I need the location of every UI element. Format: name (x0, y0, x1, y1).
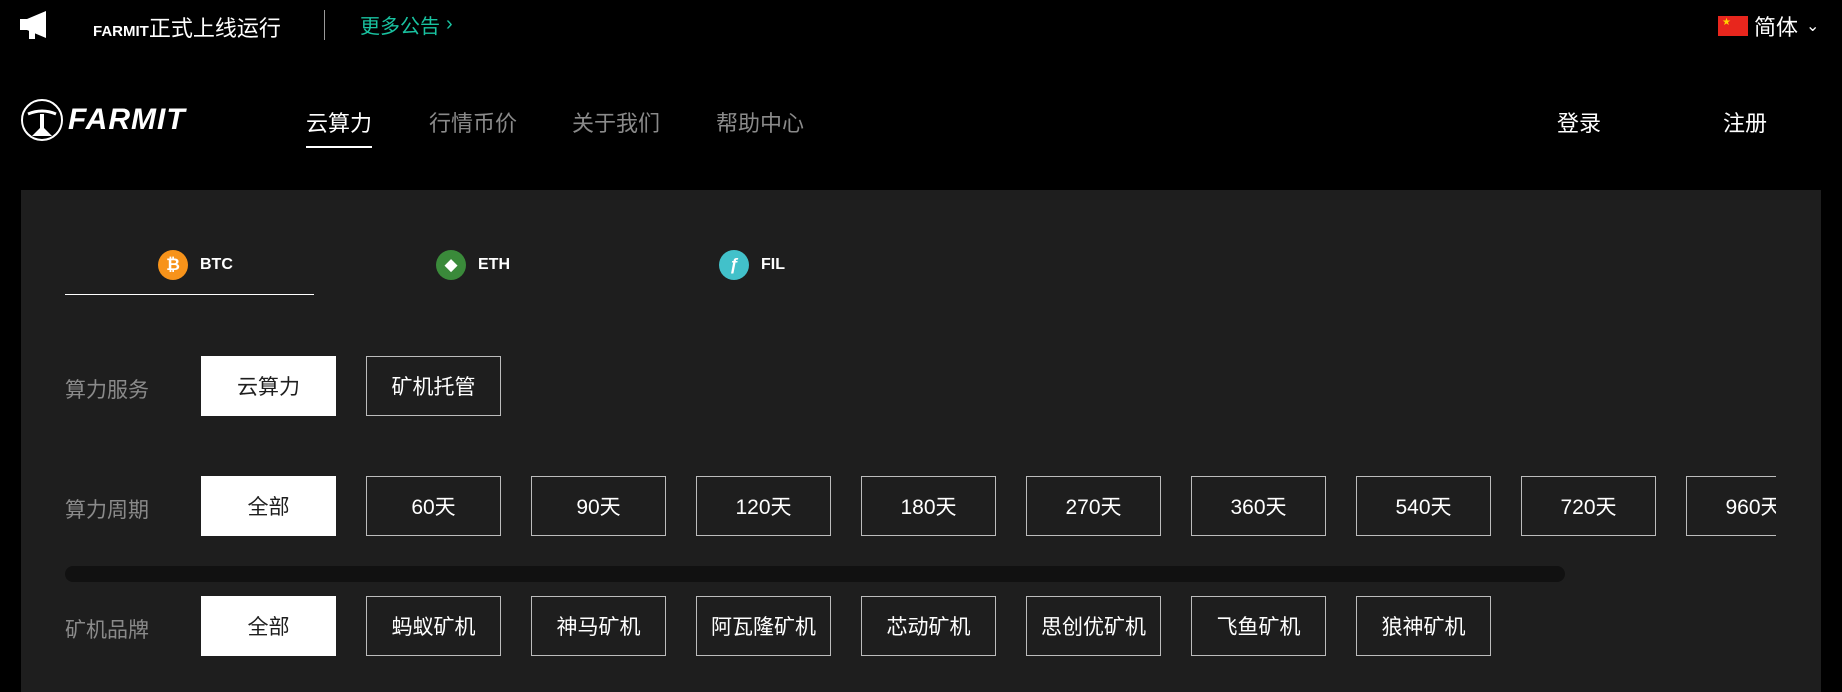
period-option-all[interactable]: 全部 (201, 476, 336, 536)
chevron-right-icon: › (446, 13, 453, 35)
period-option-360[interactable]: 360天 (1191, 476, 1326, 536)
period-option-90[interactable]: 90天 (531, 476, 666, 536)
logo-text: FARMIT (68, 103, 186, 136)
nav-item-about-us[interactable]: 关于我们 (572, 106, 660, 138)
period-option-120[interactable]: 120天 (696, 476, 831, 536)
more-announcements-link[interactable]: 更多公告 › (360, 10, 453, 39)
brand-option-langshen[interactable]: 狼神矿机 (1356, 596, 1491, 656)
period-option-60[interactable]: 60天 (366, 476, 501, 536)
cn-flag-icon: ★ (1718, 16, 1748, 36)
brand-option-whatsminer[interactable]: 神马矿机 (531, 596, 666, 656)
brand-option-feiyu[interactable]: 飞鱼矿机 (1191, 596, 1326, 656)
filter-panel: ₿ BTC ◆ ETH ƒ FIL 算力服务 云算力 矿机托管 算力周期 全部 … (21, 190, 1821, 692)
chevron-down-icon: ⌄ (1806, 18, 1820, 35)
register-button[interactable]: 注册 (1723, 106, 1767, 138)
period-option-960[interactable]: 960天 (1686, 476, 1776, 536)
period-option-720[interactable]: 720天 (1521, 476, 1656, 536)
brand-option-avalon[interactable]: 阿瓦隆矿机 (696, 596, 831, 656)
divider (324, 10, 325, 40)
brand-option-strongu[interactable]: 思创优矿机 (1026, 596, 1161, 656)
logo[interactable]: FARMIT (20, 98, 186, 142)
nav-item-help-center[interactable]: 帮助中心 (716, 106, 804, 138)
main-nav: FARMIT 云算力 行情币价 关于我们 帮助中心 登录 注册 (0, 90, 1842, 150)
brand-option-all[interactable]: 全部 (201, 596, 336, 656)
nav-item-cloud-hashrate[interactable]: 云算力 (306, 106, 373, 148)
announcement-brand: FARMIT (93, 23, 149, 40)
announcement-text: FARMIT正式上线运行 (93, 11, 281, 43)
announcement-message: 正式上线运行 (148, 16, 281, 41)
nav-item-market-prices[interactable]: 行情币价 (429, 106, 517, 138)
brand-filter-label: 矿机品牌 (65, 619, 149, 642)
period-option-540[interactable]: 540天 (1356, 476, 1491, 536)
language-label: 简体 (1754, 15, 1799, 40)
megaphone-icon (20, 11, 46, 39)
more-announcements-label: 更多公告 (360, 16, 440, 38)
logo-icon (21, 99, 63, 141)
language-selector[interactable]: ★ 简体 ⌄ (1718, 10, 1819, 42)
period-scrollbar[interactable] (65, 566, 1565, 582)
period-option-270[interactable]: 270天 (1026, 476, 1161, 536)
login-button[interactable]: 登录 (1557, 106, 1601, 138)
period-option-180[interactable]: 180天 (861, 476, 996, 536)
announcement-bar: FARMIT正式上线运行 更多公告 › ★ 简体 ⌄ (0, 0, 1842, 50)
brand-option-innosilicon[interactable]: 芯动矿机 (861, 596, 996, 656)
brand-option-antminer[interactable]: 蚂蚁矿机 (366, 596, 501, 656)
